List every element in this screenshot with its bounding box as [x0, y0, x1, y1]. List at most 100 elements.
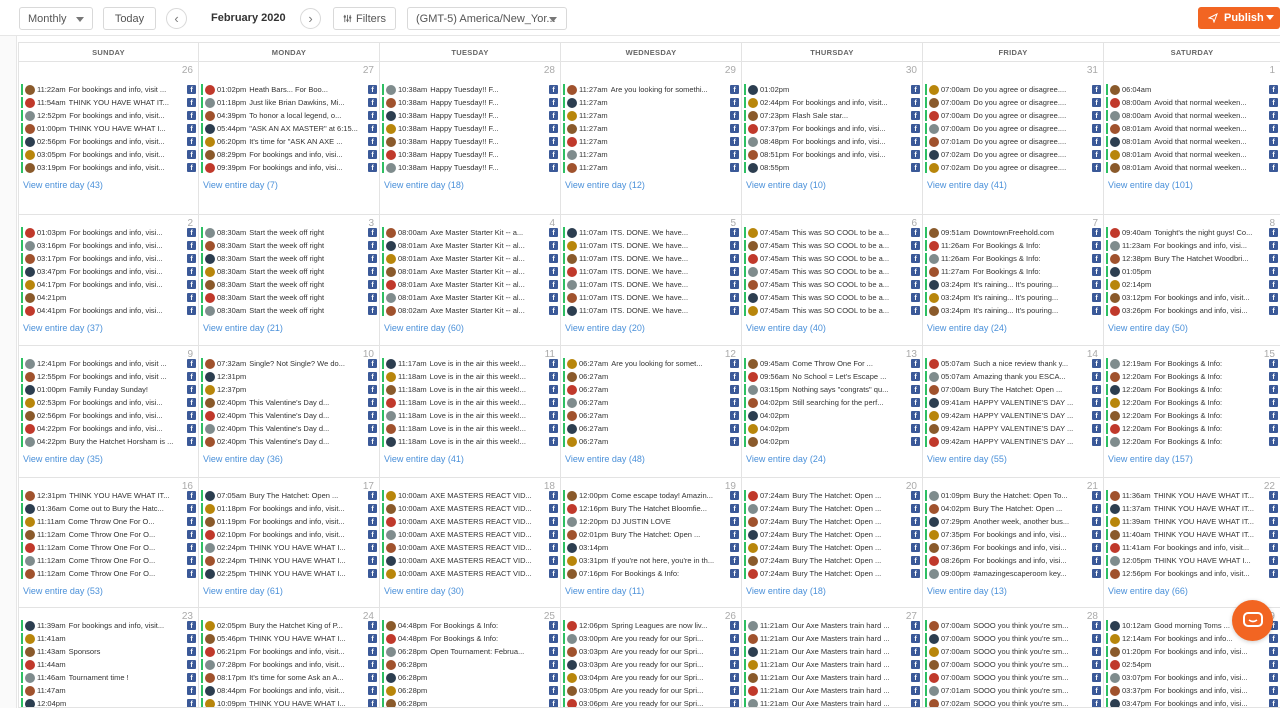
scheduled-post[interactable]: 12:05pm THINK YOU HAVE WHAT I... f	[1106, 554, 1278, 567]
calendar-day-cell[interactable]: 2 01:03pm For bookings and info, visi... f 0…	[18, 215, 198, 346]
view-entire-day-link[interactable]: View entire day (61)	[203, 586, 283, 596]
scheduled-post[interactable]: 12:31pm THINK YOU HAVE WHAT IT... f	[21, 489, 196, 502]
scheduled-post[interactable]: 10:00am AXE MASTERS REACT VID... f	[382, 502, 558, 515]
calendar-day-cell[interactable]: 9 12:41pm For bookings and info, visit ...…	[18, 346, 198, 478]
scheduled-post[interactable]: 07:24am Bury The Hatchet: Open ... f	[744, 541, 920, 554]
scheduled-post[interactable]: 12:20am For Bookings & Info: f	[1106, 435, 1278, 448]
view-entire-day-link[interactable]: View entire day (30)	[384, 586, 464, 596]
view-entire-day-link[interactable]: View entire day (21)	[203, 323, 283, 333]
scheduled-post[interactable]: 07:24am Bury The Hatchet: Open ... f	[744, 489, 920, 502]
scheduled-post[interactable]: 11:27am f	[563, 161, 739, 174]
scheduled-post[interactable]: 12:04pm f	[21, 697, 196, 707]
calendar-day-cell[interactable]: 18 10:00am AXE MASTERS REACT VID... f 10:00a…	[379, 478, 560, 608]
scheduled-post[interactable]: 02:40pm This Valentine's Day d... f	[201, 422, 377, 435]
scheduled-post[interactable]: 08:30am Start the week off right f	[201, 278, 377, 291]
scheduled-post[interactable]: 11:54am THINK YOU HAVE WHAT IT... f	[21, 96, 196, 109]
calendar-day-cell[interactable]: 26 12:06pm Spring Leagues are now liv... f 0…	[560, 608, 741, 708]
calendar-day-cell[interactable]: 8 09:40am Tonight's the night guys! Co... f…	[1103, 215, 1280, 346]
scheduled-post[interactable]: 08:44pm For bookings and info, visit... f	[201, 684, 377, 697]
scheduled-post[interactable]: 11:07am ITS. DONE. We have... f	[563, 265, 739, 278]
scheduled-post[interactable]: 07:45am This was SO COOL to be a... f	[744, 278, 920, 291]
calendar-day-cell[interactable]: 14 05:07am Such a nice review thank y... f 0…	[922, 346, 1103, 478]
scheduled-post[interactable]: 11:12am Come Throw One For O... f	[21, 554, 196, 567]
calendar-day-cell[interactable]: 27 11:21am Our Axe Masters train hard ... f…	[741, 608, 922, 708]
scheduled-post[interactable]: 03:00pm Are you ready for our Spri... f	[563, 632, 739, 645]
scheduled-post[interactable]: 04:48pm For Bookings & Info: f	[382, 619, 558, 632]
view-entire-day-link[interactable]: View entire day (37)	[23, 323, 103, 333]
scheduled-post[interactable]: 05:07am Amazing thank you ESCA... f	[925, 370, 1101, 383]
scheduled-post[interactable]: 11:39am For bookings and info, visit... f	[21, 619, 196, 632]
today-button[interactable]: Today	[103, 7, 156, 30]
scheduled-post[interactable]: 01:18pm Just like Brian Dawkins, Mi... f	[201, 96, 377, 109]
scheduled-post[interactable]: 07:05am Bury The Hatchet: Open ... f	[201, 489, 377, 502]
scheduled-post[interactable]: 11:27am f	[563, 148, 739, 161]
scheduled-post[interactable]: 06:27am f	[563, 383, 739, 396]
scheduled-post[interactable]: 03:24pm It's raining... It's pouring... f	[925, 291, 1101, 304]
scheduled-post[interactable]: 11:26am For Bookings & Info: f	[925, 252, 1101, 265]
calendar-day-cell[interactable]: 29 11:27am Are you looking for somethi... f…	[560, 62, 741, 215]
calendar-day-cell[interactable]: 5 11:07am ITS. DONE. We have... f 11:07am ITS…	[560, 215, 741, 346]
scheduled-post[interactable]: 10:38am Happy Tuesday!! F... f	[382, 83, 558, 96]
scheduled-post[interactable]: 11:07am ITS. DONE. We have... f	[563, 278, 739, 291]
scheduled-post[interactable]: 05:46pm THINK YOU HAVE WHAT I... f	[201, 632, 377, 645]
scheduled-post[interactable]: 03:26pm For bookings and info, visi... f	[1106, 304, 1278, 317]
scheduled-post[interactable]: 02:25pm THINK YOU HAVE WHAT I... f	[201, 567, 377, 580]
scheduled-post[interactable]: 04:22pm Bury the Hatchet Horsham is ... f	[21, 435, 196, 448]
scheduled-post[interactable]: 01:09pm Bury the Hatchet: Open To... f	[925, 489, 1101, 502]
scheduled-post[interactable]: 08:55pm f	[744, 161, 920, 174]
scheduled-post[interactable]: 02:40pm This Valentine's Day d... f	[201, 409, 377, 422]
scheduled-post[interactable]: 12:20am For Bookings & Info: f	[1106, 422, 1278, 435]
scheduled-post[interactable]: 07:24am Bury The Hatchet: Open ... f	[744, 554, 920, 567]
scheduled-post[interactable]: 11:27am f	[563, 109, 739, 122]
scheduled-post[interactable]: 07:02am SOOO you think you're sm... f	[925, 697, 1101, 707]
scheduled-post[interactable]: 06:27am f	[563, 396, 739, 409]
scheduled-post[interactable]: 06:27am f	[563, 370, 739, 383]
scheduled-post[interactable]: 06:28pm f	[382, 697, 558, 707]
scheduled-post[interactable]: 07:28pm For bookings and info, visit... f	[201, 658, 377, 671]
scheduled-post[interactable]: 02:56pm For bookings and info, visit... f	[21, 135, 196, 148]
scheduled-post[interactable]: 01:05pm f	[1106, 265, 1278, 278]
scheduled-post[interactable]: 12:20am For Bookings & Info: f	[1106, 383, 1278, 396]
scheduled-post[interactable]: 11:21am Our Axe Masters train hard ... f	[744, 632, 920, 645]
scheduled-post[interactable]: 09:42am HAPPY VALENTINE'S DAY ... f	[925, 435, 1101, 448]
scheduled-post[interactable]: 12:56pm For bookings and info, visit... f	[1106, 567, 1278, 580]
scheduled-post[interactable]: 07:29pm Another week, another bus... f	[925, 515, 1101, 528]
calendar-day-cell[interactable]: 12 06:27am Are you looking for somet... f 06…	[560, 346, 741, 478]
scheduled-post[interactable]: 08:01am Axe Master Starter Kit -- al... f	[382, 278, 558, 291]
scheduled-post[interactable]: 03:15pm Nothing says "congrats" qu... f	[744, 383, 920, 396]
scheduled-post[interactable]: 09:42am HAPPY VALENTINE'S DAY ... f	[925, 409, 1101, 422]
scheduled-post[interactable]: 11:12am Come Throw One For O... f	[21, 567, 196, 580]
scheduled-post[interactable]: 07:45am This was SO COOL to be a... f	[744, 252, 920, 265]
calendar-day-cell[interactable]: 3 08:30am Start the week off right f 08:30am…	[198, 215, 379, 346]
scheduled-post[interactable]: 06:28pm f	[382, 658, 558, 671]
scheduled-post[interactable]: 11:07am ITS. DONE. We have... f	[563, 252, 739, 265]
scheduled-post[interactable]: 11:22am For bookings and info, visit ... f	[21, 83, 196, 96]
scheduled-post[interactable]: 01:36am Come out to Bury the Hatc... f	[21, 502, 196, 515]
scheduled-post[interactable]: 11:18am Love is in the air this week!... f	[382, 383, 558, 396]
calendar-day-cell[interactable]: 10 07:32am Single? Not Single? We do... f 12…	[198, 346, 379, 478]
scheduled-post[interactable]: 11:21am Our Axe Masters train hard ... f	[744, 684, 920, 697]
view-mode-select[interactable]: Monthly	[19, 7, 93, 30]
scheduled-post[interactable]: 09:00pm #amazingescaperoom key... f	[925, 567, 1101, 580]
view-entire-day-link[interactable]: View entire day (41)	[384, 454, 464, 464]
view-entire-day-link[interactable]: View entire day (48)	[565, 454, 645, 464]
scheduled-post[interactable]: 12:38pm Bury The Hatchet Woodbri... f	[1106, 252, 1278, 265]
scheduled-post[interactable]: 09:42am HAPPY VALENTINE'S DAY ... f	[925, 422, 1101, 435]
prev-month-button[interactable]: ‹	[166, 8, 187, 29]
scheduled-post[interactable]: 12:00pm Come escape today! Amazin... f	[563, 489, 739, 502]
scheduled-post[interactable]: 10:00am AXE MASTERS REACT VID... f	[382, 541, 558, 554]
scheduled-post[interactable]: 06:27am f	[563, 435, 739, 448]
scheduled-post[interactable]: 12:20am For Bookings & Info: f	[1106, 409, 1278, 422]
scheduled-post[interactable]: 11:07am ITS. DONE. We have... f	[563, 304, 739, 317]
next-month-button[interactable]: ›	[300, 8, 321, 29]
scheduled-post[interactable]: 11:11am Come Throw One For O... f	[21, 515, 196, 528]
scheduled-post[interactable]: 02:24pm THINK YOU HAVE WHAT I... f	[201, 554, 377, 567]
scheduled-post[interactable]: 06:28pm f	[382, 684, 558, 697]
scheduled-post[interactable]: 06:27am Are you looking for somet... f	[563, 357, 739, 370]
scheduled-post[interactable]: 11:40am THINK YOU HAVE WHAT IT... f	[1106, 528, 1278, 541]
scheduled-post[interactable]: 05:07am Such a nice review thank y... f	[925, 357, 1101, 370]
scheduled-post[interactable]: 06:21pm For bookings and info, visit... f	[201, 645, 377, 658]
scheduled-post[interactable]: 03:24pm It's raining... It's pouring... f	[925, 278, 1101, 291]
scheduled-post[interactable]: 07:23pm Flash Sale star... f	[744, 109, 920, 122]
scheduled-post[interactable]: 11:27am For Bookings & Info: f	[925, 265, 1101, 278]
